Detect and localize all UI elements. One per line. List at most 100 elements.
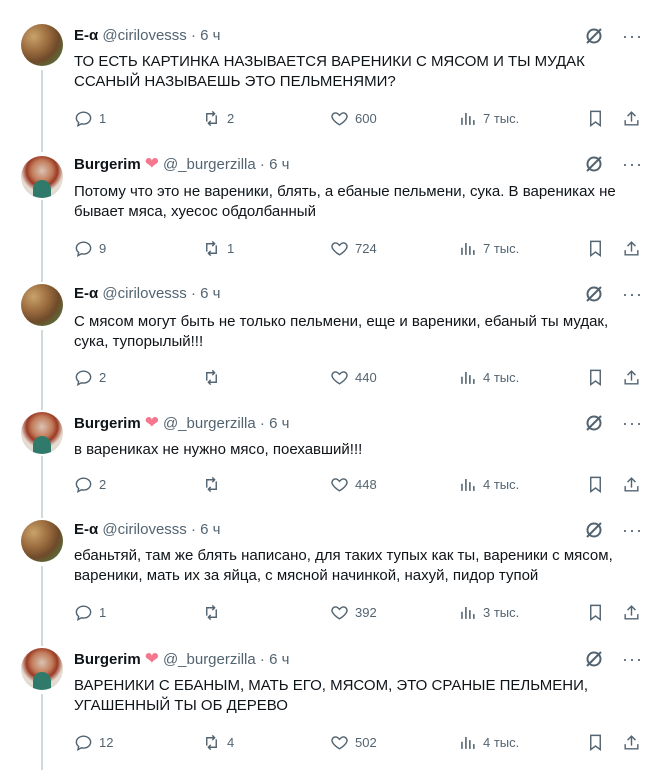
like-count: 600 — [355, 110, 377, 126]
grok-icon[interactable] — [584, 26, 604, 46]
avatar[interactable] — [21, 156, 63, 198]
share-button[interactable] — [622, 732, 641, 752]
like-icon — [331, 111, 348, 126]
display-name[interactable]: E-α — [74, 521, 98, 538]
reply-button[interactable]: 12 — [74, 732, 113, 752]
user-handle[interactable]: @_burgerzilla — [163, 156, 256, 173]
reply-button[interactable]: 1 — [74, 108, 106, 128]
more-icon[interactable]: ··· — [622, 26, 643, 46]
thread-line — [41, 200, 43, 282]
views-button[interactable]: 7 тыс. — [458, 108, 519, 128]
reply-count: 12 — [99, 734, 114, 750]
views-icon — [461, 736, 475, 749]
grok-icon[interactable] — [584, 649, 604, 669]
user-handle[interactable]: @cirilovesss — [102, 285, 186, 302]
pink-heart-icon: ❤ — [144, 154, 159, 173]
more-icon[interactable]: ··· — [622, 413, 643, 433]
more-icon[interactable]: ··· — [622, 520, 643, 540]
user-handle[interactable]: @cirilovesss — [102, 27, 186, 44]
views-icon — [461, 242, 475, 255]
reply-icon — [75, 604, 92, 621]
views-button[interactable]: 4 тыс. — [458, 474, 519, 494]
views-button[interactable]: 4 тыс. — [458, 732, 519, 752]
tweet-text: Потому что это не вареники, блять, а еба… — [74, 183, 616, 220]
like-count: 502 — [355, 734, 377, 750]
display-name[interactable]: Burgerim — [74, 415, 141, 432]
repost-button[interactable]: 4 — [202, 732, 234, 752]
views-count: 7 тыс. — [483, 110, 520, 126]
repost-button[interactable] — [202, 602, 227, 622]
share-button[interactable] — [622, 238, 641, 258]
like-icon — [331, 735, 348, 750]
like-button[interactable]: 440 — [330, 367, 377, 387]
timestamp[interactable]: 6 ч — [200, 285, 220, 302]
reply-button[interactable]: 9 — [74, 238, 106, 258]
timestamp[interactable]: 6 ч — [269, 651, 289, 668]
repost-button[interactable] — [202, 367, 227, 387]
grok-icon[interactable] — [584, 154, 604, 174]
display-name[interactable]: E-α — [74, 285, 98, 302]
views-button[interactable]: 3 тыс. — [458, 602, 519, 622]
separator-dot: · — [190, 285, 196, 302]
display-name[interactable]: Burgerim — [74, 156, 141, 173]
avatar[interactable] — [21, 284, 63, 326]
views-button[interactable]: 7 тыс. — [458, 238, 519, 258]
thread-line — [41, 694, 43, 770]
like-count: 440 — [355, 369, 377, 385]
more-icon[interactable]: ··· — [622, 154, 643, 174]
like-button[interactable]: 724 — [330, 238, 377, 258]
reply-button[interactable]: 2 — [74, 474, 106, 494]
avatar[interactable] — [21, 648, 63, 690]
bookmark-button[interactable] — [586, 238, 605, 258]
bookmark-button[interactable] — [586, 108, 605, 128]
share-button[interactable] — [622, 367, 641, 387]
more-icon[interactable]: ··· — [622, 649, 643, 669]
grok-icon[interactable] — [584, 413, 604, 433]
timestamp[interactable]: 6 ч — [200, 521, 220, 538]
share-icon — [624, 476, 639, 492]
bookmark-button[interactable] — [586, 474, 605, 494]
separator-dot: · — [190, 521, 196, 538]
share-button[interactable] — [622, 602, 641, 622]
user-handle[interactable]: @_burgerzilla — [163, 651, 256, 668]
like-button[interactable]: 502 — [330, 732, 377, 752]
display-name[interactable]: E-α — [74, 27, 98, 44]
reply-button[interactable]: 2 — [74, 367, 106, 387]
bookmark-icon — [590, 604, 601, 621]
share-button[interactable] — [622, 108, 641, 128]
repost-button[interactable] — [202, 474, 227, 494]
more-icon[interactable]: ··· — [622, 284, 643, 304]
bookmark-button[interactable] — [586, 602, 605, 622]
timestamp[interactable]: 6 ч — [200, 27, 220, 44]
user-handle[interactable]: @cirilovesss — [102, 521, 186, 538]
tweet-text: ТО ЕСТЬ КАРТИНКА НАЗЫВАЕТСЯ ВАРЕНИКИ С М… — [74, 53, 585, 90]
repost-count: 2 — [227, 110, 235, 126]
grok-icon[interactable] — [584, 284, 604, 304]
action-bar: 9 1 724 7 тыс. — [74, 238, 646, 258]
avatar[interactable] — [21, 412, 63, 454]
timestamp[interactable]: 6 ч — [269, 156, 289, 173]
repost-icon — [206, 734, 217, 750]
bookmark-icon — [590, 734, 601, 751]
display-name[interactable]: Burgerim — [74, 651, 141, 668]
tweet-header: E-α @cirilovesss · 6 ч — [74, 520, 220, 540]
bookmark-button[interactable] — [586, 732, 605, 752]
timestamp[interactable]: 6 ч — [269, 415, 289, 432]
repost-button[interactable]: 1 — [202, 238, 234, 258]
views-button[interactable]: 4 тыс. — [458, 367, 519, 387]
repost-button[interactable]: 2 — [202, 108, 234, 128]
thread-line — [41, 566, 43, 646]
avatar[interactable] — [21, 24, 63, 66]
share-button[interactable] — [622, 474, 641, 494]
grok-icon[interactable] — [584, 520, 604, 540]
repost-icon — [206, 240, 217, 256]
repost-count: 1 — [227, 240, 235, 256]
separator-dot: · — [190, 27, 196, 44]
like-button[interactable]: 600 — [330, 108, 377, 128]
like-button[interactable]: 392 — [330, 602, 377, 622]
reply-button[interactable]: 1 — [74, 602, 106, 622]
like-button[interactable]: 448 — [330, 474, 377, 494]
user-handle[interactable]: @_burgerzilla — [163, 415, 256, 432]
avatar[interactable] — [21, 520, 63, 562]
bookmark-button[interactable] — [586, 367, 605, 387]
